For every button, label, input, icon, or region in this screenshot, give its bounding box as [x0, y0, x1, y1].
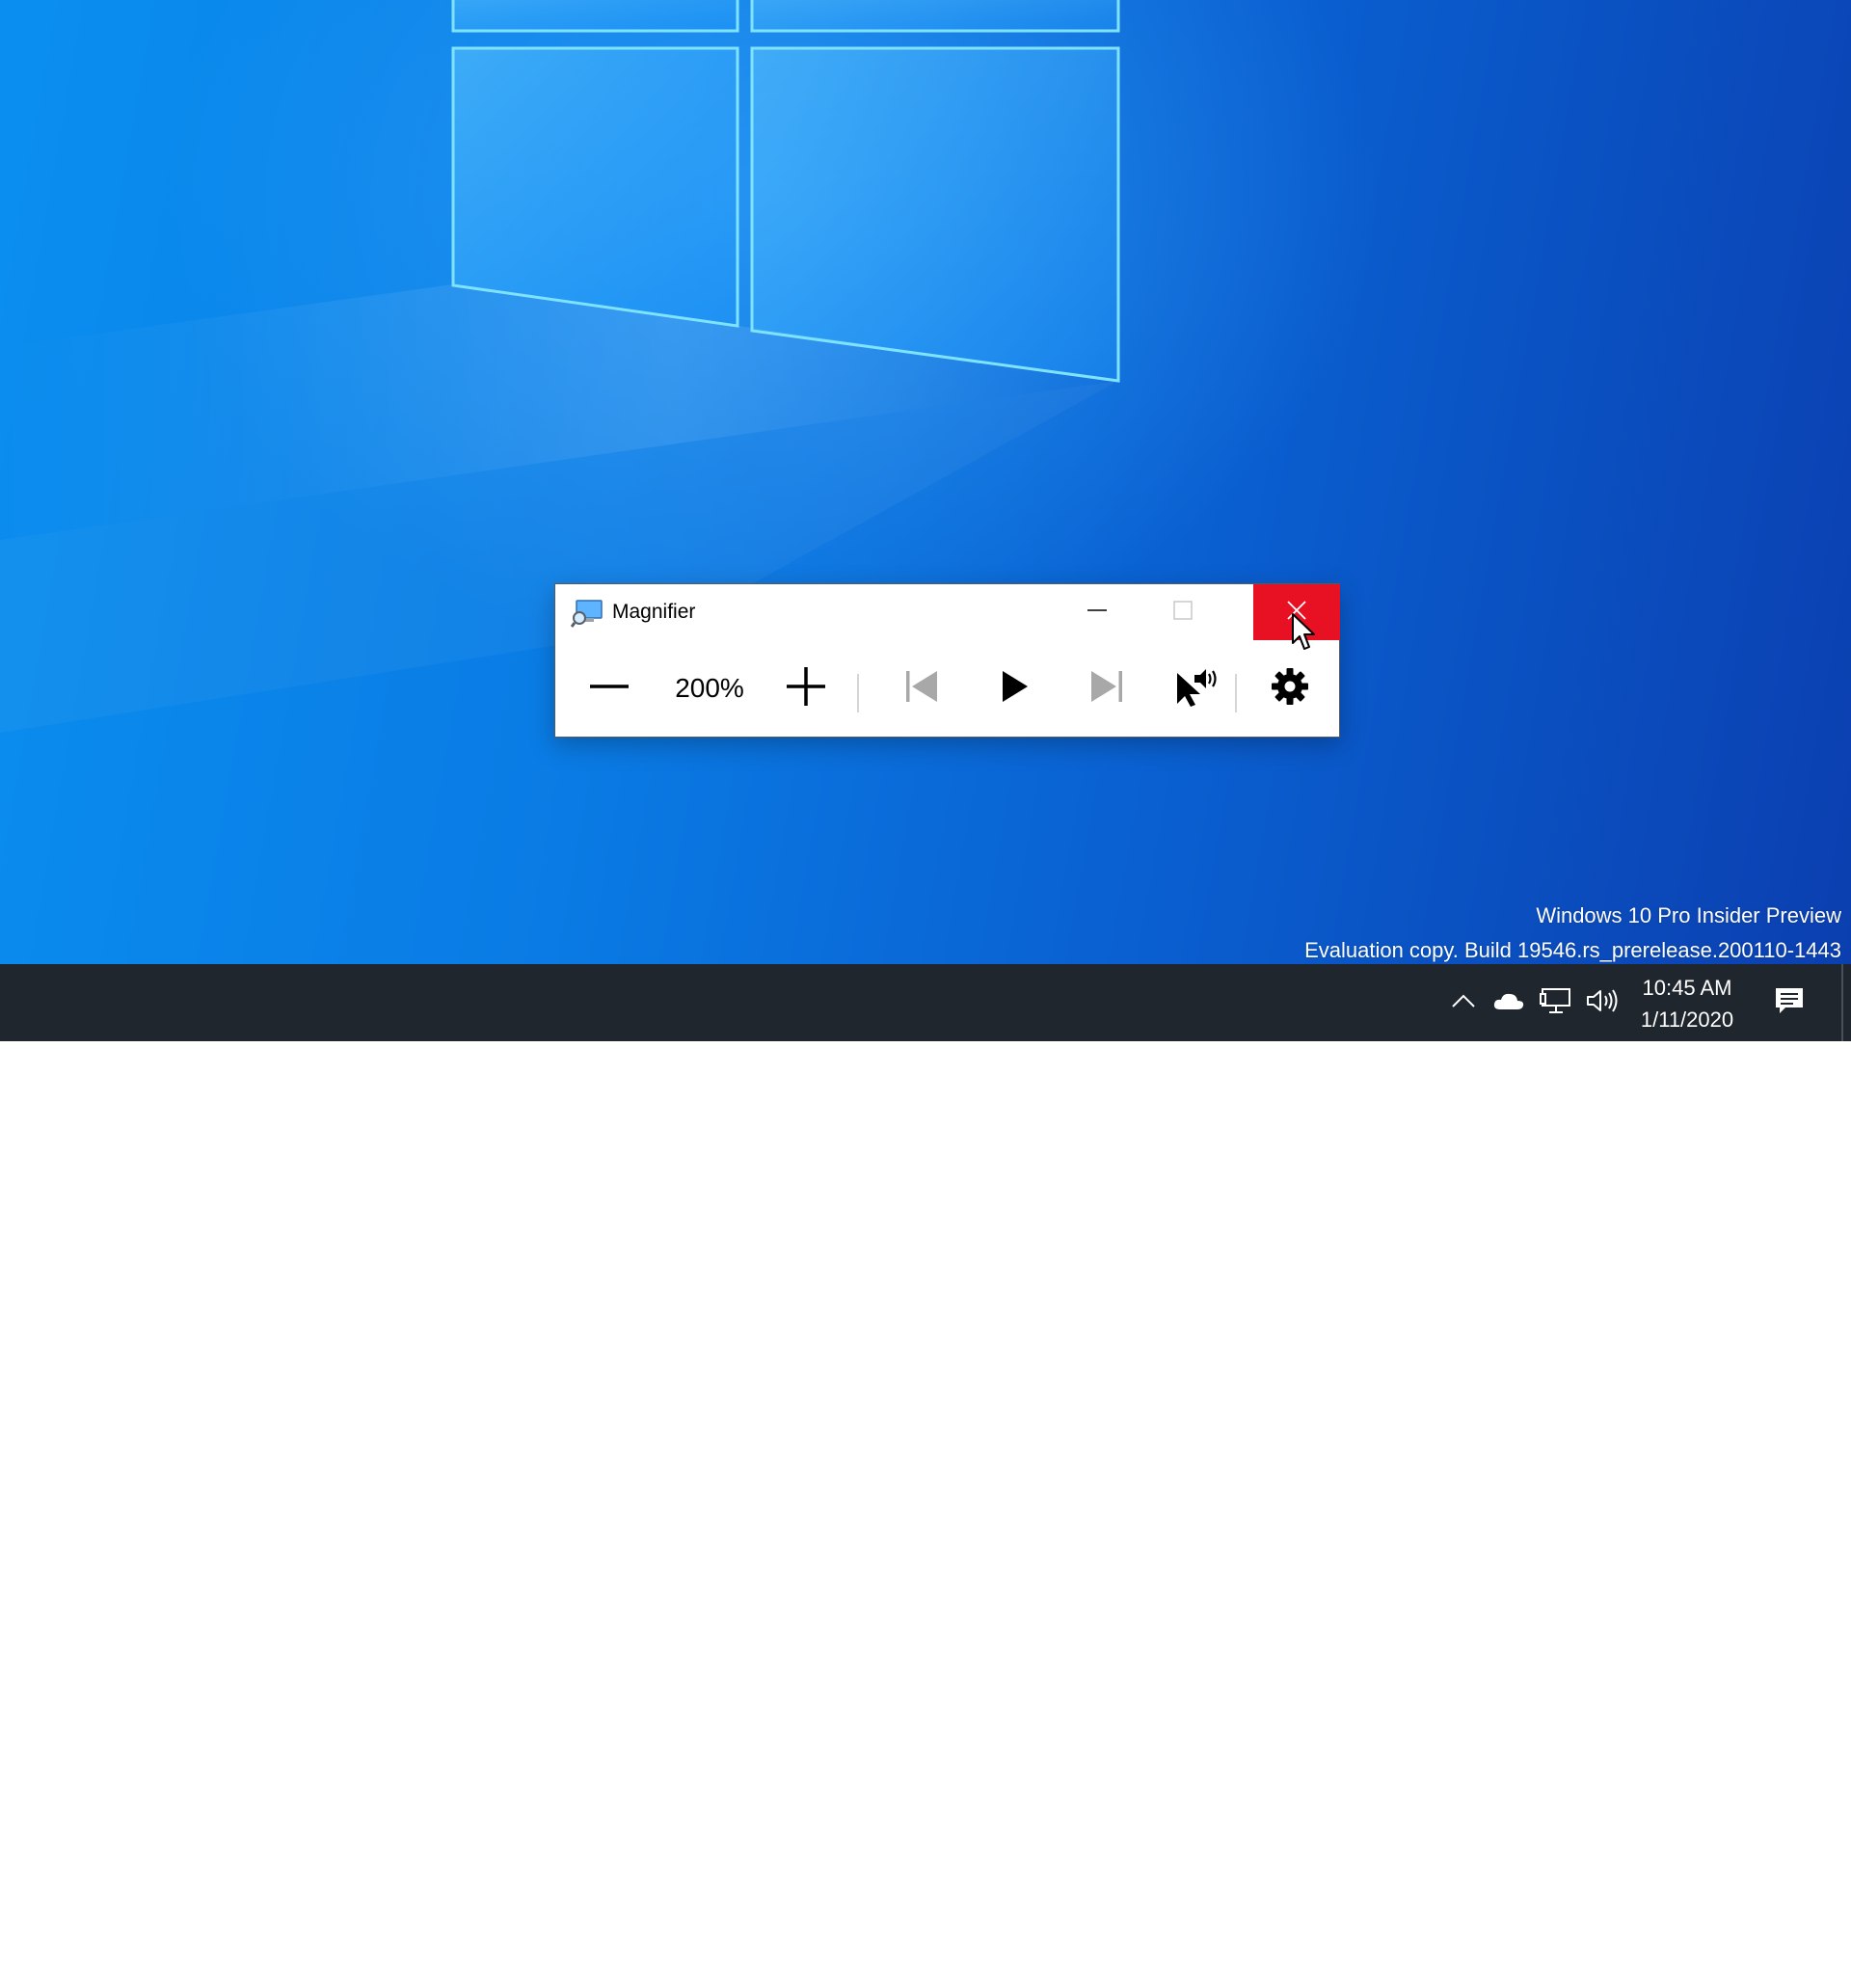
next-button[interactable]: [1068, 659, 1145, 717]
action-center-button[interactable]: [1768, 983, 1811, 1022]
title-bar[interactable]: Magnifier: [555, 584, 1340, 640]
watermark-edition: Windows 10 Pro Insider Preview: [1536, 903, 1841, 927]
play-button[interactable]: [976, 659, 1053, 717]
clock-date: 1/11/2020: [1640, 1007, 1734, 1032]
minimize-button[interactable]: [1054, 584, 1140, 640]
zoom-out-button[interactable]: [575, 659, 644, 717]
minus-icon: [588, 665, 630, 712]
network-icon: [1540, 986, 1572, 1020]
desktop: Magnifier 200% Windows 10 Pro Insider Pr…: [0, 0, 1851, 964]
zoom-level-label: 200%: [675, 673, 744, 703]
play-icon: [997, 667, 1032, 711]
skip-previous-icon: [902, 667, 941, 711]
read-from-pointer-button[interactable]: [1156, 659, 1233, 717]
show-desktop-button[interactable]: [1841, 964, 1843, 1041]
onedrive-cloud-icon: [1492, 990, 1525, 1016]
action-center-icon: [1774, 986, 1805, 1020]
watermark-build: Evaluation copy. Build 19546.rs_prerelea…: [1304, 938, 1841, 962]
volume-icon: [1585, 987, 1620, 1019]
network-tray-button[interactable]: [1537, 983, 1575, 1022]
show-hidden-icons-button[interactable]: [1446, 983, 1481, 1022]
toolbar-separator: [1235, 674, 1237, 712]
gear-icon: [1270, 666, 1310, 712]
window-title: Magnifier: [612, 601, 696, 623]
mouse-cursor-icon: [1292, 613, 1315, 650]
volume-tray-button[interactable]: [1581, 983, 1623, 1022]
plus-icon: [785, 665, 827, 712]
previous-button[interactable]: [883, 659, 960, 717]
taskbar: 10:45 AM 1/11/2020 Inspection Book: [0, 964, 1851, 1987]
magnifier-app-icon: [570, 599, 604, 628]
settings-button[interactable]: [1251, 659, 1328, 717]
clock-time: 10:45 AM: [1642, 976, 1732, 1000]
maximize-icon: [1172, 600, 1194, 626]
overlay-watermark-text: Inspection Book: [1677, 1969, 1794, 1987]
minimize-icon: [1086, 600, 1108, 626]
pointer-speaker-icon: [1171, 665, 1218, 712]
windows-logo-wallpaper: [0, 0, 1120, 733]
evaluation-watermark: Windows 10 Pro Insider Preview Evaluatio…: [1304, 899, 1841, 964]
zoom-in-button[interactable]: [767, 659, 845, 717]
toolbar-separator: [857, 674, 859, 712]
skip-next-icon: [1087, 667, 1126, 711]
magnifier-window: Magnifier 200%: [554, 583, 1340, 738]
chevron-up-icon: [1451, 993, 1476, 1013]
magnifier-toolbar: 200%: [555, 640, 1339, 737]
onedrive-tray-button[interactable]: [1489, 983, 1528, 1022]
maximize-button[interactable]: [1140, 584, 1226, 640]
taskbar-clock[interactable]: 10:45 AM 1/11/2020: [1629, 972, 1745, 1035]
